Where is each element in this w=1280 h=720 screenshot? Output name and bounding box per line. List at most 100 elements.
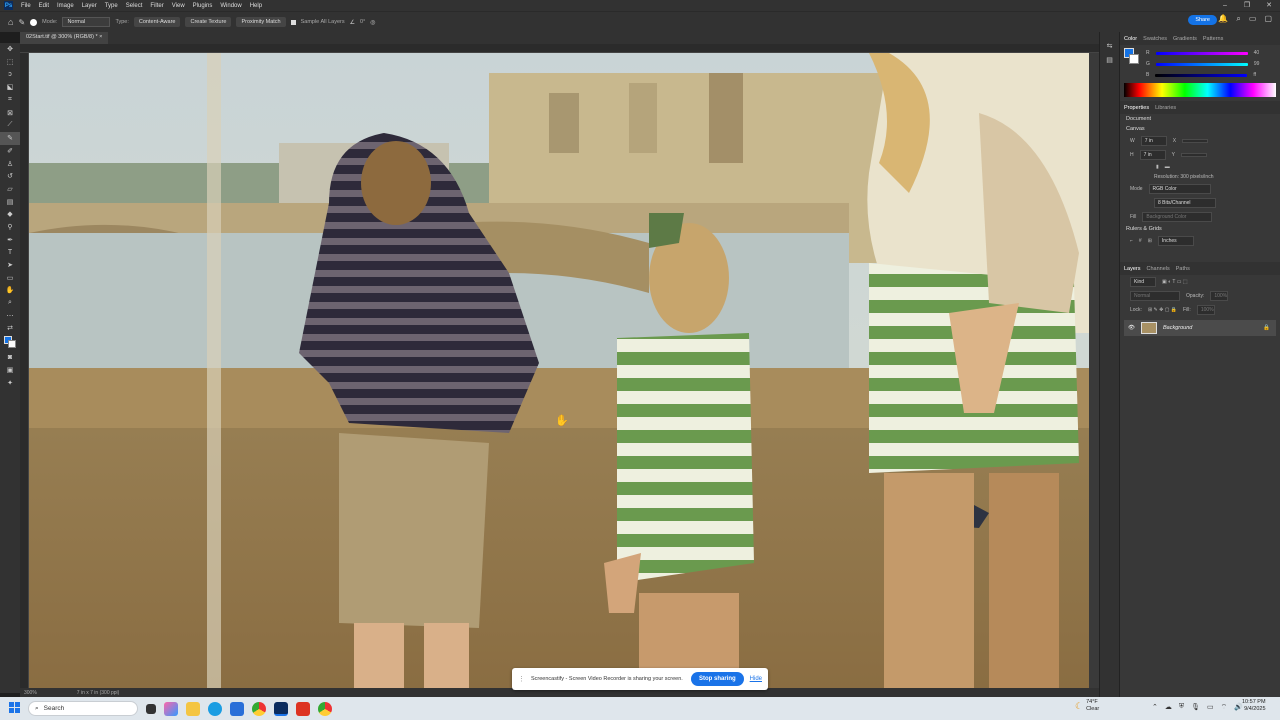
mic-icon[interactable]: 🎙 — [1191, 703, 1200, 712]
color-swatches[interactable] — [0, 335, 20, 351]
bg-chip[interactable] — [1129, 54, 1139, 64]
move-tool-icon[interactable]: ✥ — [0, 43, 20, 56]
acrobat-icon[interactable] — [296, 701, 310, 716]
canvas-section[interactable]: Canvas — [1120, 124, 1280, 134]
hand-tool-icon[interactable]: ✋ — [0, 284, 20, 297]
photoshop-taskbar-icon[interactable] — [274, 701, 288, 716]
document-tab[interactable]: 02Start.tif @ 300% (RGB/8) * × — [20, 32, 109, 44]
frame-tool-icon[interactable]: ⊠ — [0, 106, 20, 119]
history-brush-icon[interactable]: ↺ — [0, 170, 20, 183]
mode-select[interactable]: RGB Color — [1148, 184, 1211, 194]
brush-tool-icon[interactable]: ✐ — [0, 145, 20, 158]
fill-select[interactable]: Background Color — [1142, 212, 1213, 222]
dodge-tool-icon[interactable]: ⚲ — [0, 221, 20, 234]
zoom-level[interactable]: 300% — [24, 690, 37, 696]
b-slider[interactable] — [1155, 73, 1248, 77]
chrome-icon[interactable] — [252, 701, 266, 716]
color-chips[interactable] — [1124, 48, 1140, 76]
swap-colors-icon[interactable]: ⇄ — [0, 322, 20, 335]
units-select[interactable]: Inches — [1157, 236, 1194, 246]
home-icon[interactable]: ⌂ — [8, 17, 13, 27]
pen-tool-icon[interactable]: ✒ — [0, 233, 20, 246]
screen-mode-icon[interactable]: ▣ — [0, 364, 20, 377]
r-value[interactable]: 40 — [1254, 50, 1260, 56]
content-aware-button[interactable]: Content-Aware — [133, 17, 181, 27]
cloud-icon[interactable]: ☁ — [1165, 703, 1172, 712]
file-explorer-icon[interactable] — [186, 701, 200, 716]
path-select-icon[interactable]: ➤ — [0, 259, 20, 272]
guides-icon[interactable]: ⊞ — [1148, 238, 1152, 244]
display-icon[interactable]: ▭ — [1207, 703, 1214, 712]
create-texture-button[interactable]: Create Texture — [185, 17, 232, 27]
tab-color[interactable]: Color — [1124, 36, 1137, 42]
tab-channels[interactable]: Channels — [1147, 266, 1170, 272]
more-tools-icon[interactable]: ⋯ — [0, 309, 20, 322]
proximity-match-button[interactable]: Proximity Match — [236, 17, 286, 27]
close-tab-icon[interactable]: × — [99, 34, 102, 40]
color-spectrum[interactable] — [1124, 83, 1276, 97]
tab-properties[interactable]: Properties — [1124, 105, 1149, 111]
menu-view[interactable]: View — [168, 3, 189, 9]
menu-file[interactable]: File — [17, 3, 35, 9]
b-value[interactable]: ff — [1253, 72, 1256, 78]
chrome-profile-icon[interactable] — [318, 701, 332, 716]
drag-handle-icon[interactable]: ⋮ — [518, 675, 525, 683]
layer-filter-kind[interactable]: Kind — [1130, 277, 1156, 287]
weather-widget[interactable]: ☾ 74°F Clear — [1075, 699, 1099, 713]
comments-icon[interactable]: ▤ — [1100, 56, 1119, 70]
gradient-tool-icon[interactable]: ▤ — [0, 195, 20, 208]
tab-paths[interactable]: Paths — [1176, 266, 1190, 272]
g-value[interactable]: 99 — [1254, 61, 1260, 67]
filter-icons[interactable]: ▣ ◐ T ▭ ⬚ — [1162, 279, 1188, 285]
menu-type[interactable]: Type — [101, 3, 122, 9]
tab-swatches[interactable]: Swatches — [1143, 36, 1167, 42]
menu-image[interactable]: Image — [53, 3, 78, 9]
rulers-grids-section[interactable]: Rulers & Grids — [1120, 224, 1280, 234]
menu-filter[interactable]: Filter — [146, 3, 167, 9]
share-button[interactable]: Share — [1188, 15, 1217, 25]
fill-field[interactable]: 100% — [1196, 305, 1215, 315]
type-tool-icon[interactable]: T — [0, 246, 20, 259]
vertical-scrollbar[interactable] — [1089, 53, 1099, 688]
hide-link[interactable]: Hide — [750, 676, 762, 682]
tab-layers[interactable]: Layers — [1124, 266, 1141, 272]
tab-gradients[interactable]: Gradients — [1173, 36, 1197, 42]
menu-plugins[interactable]: Plugins — [189, 3, 217, 9]
blur-tool-icon[interactable]: ◆ — [0, 208, 20, 221]
document-size[interactable]: 7 in x 7 in (300 ppi) — [77, 690, 120, 696]
taskbar-search[interactable]: ⌕ Search — [28, 701, 138, 716]
history-icon[interactable]: ⇆ — [1100, 42, 1119, 56]
eraser-icon[interactable]: ▱ — [0, 183, 20, 196]
lock-icons[interactable]: ⊞ ✎ ✥ ▢ 🔒 — [1148, 307, 1177, 313]
generative-icon[interactable]: ✦ — [0, 376, 20, 389]
task-view-icon[interactable] — [146, 703, 156, 714]
r-slider[interactable] — [1155, 51, 1248, 55]
workspace-icon[interactable]: ▭ — [1249, 14, 1257, 24]
wifi-icon[interactable]: ⌔ — [1221, 703, 1228, 712]
width-field[interactable]: 7 in — [1140, 136, 1167, 146]
object-select-icon[interactable]: ⬕ — [0, 81, 20, 94]
menu-layer[interactable]: Layer — [78, 3, 101, 9]
tab-patterns[interactable]: Patterns — [1203, 36, 1223, 42]
tab-libraries[interactable]: Libraries — [1155, 105, 1176, 111]
layout-icon[interactable]: ▢ — [1264, 14, 1272, 24]
grid-icon[interactable]: # — [1139, 238, 1142, 244]
edge-icon[interactable] — [208, 701, 222, 716]
spot-healing-brush-icon[interactable]: ✎ — [18, 18, 25, 27]
security-icon[interactable]: ⛨ — [1179, 703, 1184, 712]
x-field[interactable] — [1182, 139, 1209, 143]
layer-name[interactable]: Background — [1163, 325, 1257, 331]
ruler-icon[interactable]: ⌐ — [1130, 238, 1133, 244]
layer-row-background[interactable]: 👁 Background 🔒 — [1124, 320, 1276, 336]
chevron-up-icon[interactable]: ⌃ — [1152, 703, 1158, 712]
zoom-tool-icon[interactable]: ⌕ — [0, 297, 20, 310]
restore-icon[interactable]: ❐ — [1236, 0, 1258, 11]
taskbar-clock[interactable]: 10:57 PM 9/4/2025 — [1242, 699, 1266, 713]
close-icon[interactable]: ✕ — [1258, 0, 1280, 11]
g-slider[interactable] — [1155, 62, 1248, 66]
copilot-icon[interactable] — [164, 701, 178, 716]
y-field[interactable] — [1180, 153, 1207, 157]
eyedropper-icon[interactable]: ⟋ — [0, 119, 20, 132]
portrait-icon[interactable]: ▮ — [1156, 164, 1159, 170]
menu-edit[interactable]: Edit — [35, 3, 53, 9]
